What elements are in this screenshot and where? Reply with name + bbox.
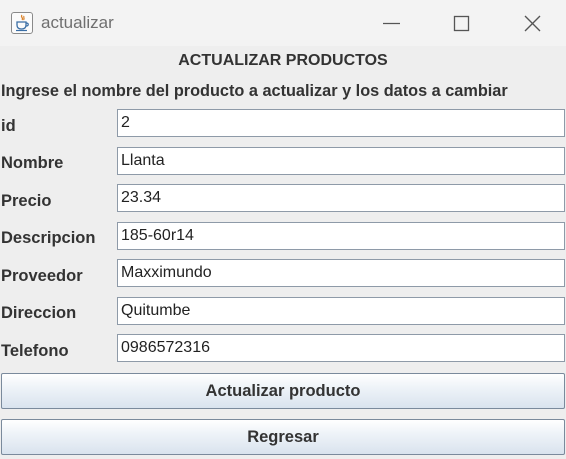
descripcion-field[interactable] — [117, 222, 565, 250]
back-button[interactable]: Regresar — [1, 419, 565, 455]
id-field[interactable] — [117, 109, 565, 137]
maximize-button[interactable] — [428, 0, 494, 46]
telefono-field[interactable] — [117, 334, 565, 362]
title-bar[interactable]: actualizar — [0, 0, 566, 46]
nombre-field[interactable] — [117, 147, 565, 175]
close-button[interactable] — [498, 0, 564, 46]
label-nombre: Nombre — [1, 154, 64, 172]
minimize-button[interactable] — [358, 0, 424, 46]
form-instructions: Ingrese el nombre del producto a actuali… — [1, 82, 508, 100]
label-descripcion: Descripcion — [1, 229, 96, 247]
label-telefono: Telefono — [1, 342, 69, 360]
window-title: actualizar — [41, 13, 114, 32]
proveedor-field[interactable] — [117, 259, 565, 287]
app-window: actualizar ACTUALIZAR PRODUCTOS Ingrese … — [0, 0, 566, 459]
direccion-field[interactable] — [117, 297, 565, 325]
label-precio: Precio — [1, 192, 52, 210]
minimize-icon — [383, 22, 400, 25]
java-cup-icon — [11, 12, 33, 34]
form-heading: ACTUALIZAR PRODUCTOS — [178, 52, 388, 69]
precio-field[interactable] — [117, 184, 565, 212]
close-icon — [524, 15, 541, 32]
label-direccion: Direccion — [1, 304, 77, 322]
maximize-icon — [453, 15, 470, 32]
update-product-button[interactable]: Actualizar producto — [1, 373, 565, 409]
label-proveedor: Proveedor — [1, 267, 83, 285]
label-id: id — [1, 117, 16, 135]
